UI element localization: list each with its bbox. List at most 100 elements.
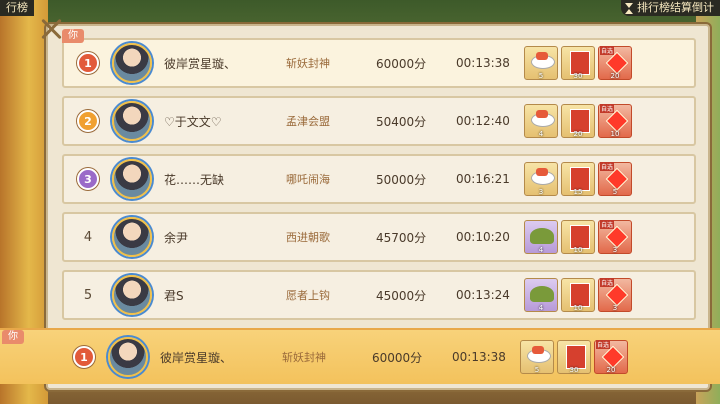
reward-count: 5 — [534, 366, 540, 374]
reward-pick-tag: 自选 — [600, 220, 615, 229]
reward-pick-tag: 自选 — [600, 162, 615, 171]
player-name: 彼岸赏星璇、 — [164, 56, 237, 71]
player-time: 00:13:38 — [456, 56, 510, 70]
reward-item[interactable]: 30 — [557, 340, 591, 374]
leaderboard-row[interactable]: 1 彼岸赏星璇、 斩妖封神 60000分 00:13:38 5 30 自选 20 你 — [62, 29, 696, 88]
reward-pick-tag: 自选 — [600, 104, 615, 113]
screen-title: 行榜 — [0, 0, 34, 16]
diamond-icon — [605, 225, 629, 249]
reward-count: 15 — [573, 188, 583, 196]
player-name: 花……无缺 — [164, 172, 225, 187]
reward-count: 5 — [612, 188, 618, 196]
avatar[interactable] — [112, 159, 152, 199]
leaderboard-row[interactable]: 5 君S 愿者上钩 45000分 00:13:24 4 10 自选 3 — [62, 270, 696, 320]
avatar[interactable] — [112, 43, 152, 83]
rewards-group: 4 10 自选 3 — [524, 278, 632, 312]
you-tag: 你 — [62, 29, 84, 43]
rank-cell: 1 — [64, 52, 112, 74]
reward-item[interactable]: 自选 3 — [598, 220, 632, 254]
countdown-badge[interactable]: 排行榜结算倒计 — [621, 0, 720, 16]
reward-item[interactable]: 15 — [561, 162, 595, 196]
reward-item[interactable]: 10 — [561, 278, 595, 312]
player-score: 60000分 — [372, 350, 423, 365]
rank-number: 5 — [83, 287, 93, 303]
reward-item[interactable]: 自选 20 — [598, 46, 632, 80]
player-time: 00:16:21 — [456, 172, 510, 186]
player-score: 50400分 — [376, 114, 427, 129]
reward-count: 10 — [573, 304, 583, 312]
reward-count: 30 — [573, 72, 583, 80]
avatar[interactable] — [112, 275, 152, 315]
reward-count: 20 — [610, 72, 620, 80]
diamond-icon — [601, 345, 625, 369]
rank-number: 4 — [83, 229, 93, 245]
reward-pick-tag: 自选 — [596, 340, 611, 349]
player-name: 余尹 — [164, 230, 189, 245]
reward-item[interactable]: 自选 20 — [594, 340, 628, 374]
player-title: 斩妖封神 — [282, 351, 326, 364]
reward-item[interactable]: 10 — [561, 220, 595, 254]
reward-count: 3 — [612, 246, 618, 254]
reward-item[interactable]: 4 — [524, 278, 558, 312]
player-name: 君S — [164, 288, 184, 303]
reward-item[interactable]: 自选 10 — [598, 104, 632, 138]
avatar[interactable] — [108, 337, 148, 377]
reward-item[interactable]: 30 — [561, 46, 595, 80]
player-time: 00:10:20 — [456, 230, 510, 244]
avatar[interactable] — [112, 101, 152, 141]
reward-pick-tag: 自选 — [600, 278, 615, 287]
reward-count: 3 — [538, 188, 544, 196]
player-score: 45700分 — [376, 230, 427, 245]
diamond-icon — [605, 109, 629, 133]
player-score: 60000分 — [376, 56, 427, 71]
rewards-group: 3 15 自选 5 — [524, 162, 632, 196]
rank-medal: 1 — [77, 52, 99, 74]
leaderboard-row[interactable]: 2 ♡于文文♡ 孟津会盟 50400分 00:12:40 4 20 自选 10 — [62, 96, 696, 146]
reward-item[interactable]: 4 — [524, 220, 558, 254]
reward-item[interactable]: 20 — [561, 104, 595, 138]
rewards-group: 5 30 自选 20 — [524, 46, 632, 80]
leaderboard-row[interactable]: 3 花……无缺 哪吒闹海 50000分 00:16:21 3 15 自选 5 — [62, 154, 696, 204]
reward-count: 20 — [573, 130, 583, 138]
rank-cell: 1 — [60, 346, 108, 368]
reward-item[interactable]: 5 — [520, 340, 554, 374]
reward-count: 4 — [538, 304, 544, 312]
leaderboard-row[interactable]: 4 余尹 西进朝歌 45700分 00:10:20 4 10 自选 3 — [62, 212, 696, 262]
reward-item[interactable]: 自选 5 — [598, 162, 632, 196]
rewards-group: 4 10 自选 3 — [524, 220, 632, 254]
player-title: 哪吒闹海 — [286, 173, 330, 186]
reward-count: 3 — [612, 304, 618, 312]
player-time: 00:12:40 — [456, 114, 510, 128]
player-time: 00:13:24 — [456, 288, 510, 302]
diamond-icon — [605, 167, 629, 191]
reward-item[interactable]: 4 — [524, 104, 558, 138]
player-score: 45000分 — [376, 288, 427, 303]
reward-count: 4 — [538, 246, 544, 254]
rewards-group: 4 20 自选 10 — [524, 104, 632, 138]
close-icon[interactable] — [40, 18, 62, 40]
reward-item[interactable]: 5 — [524, 46, 558, 80]
reward-count: 10 — [573, 246, 583, 254]
leaderboard-row[interactable]: 1 彼岸赏星璇、 斩妖封神 60000分 00:13:38 5 30 自选 20 你 — [2, 330, 694, 382]
dish-icon — [531, 110, 555, 127]
player-name: 彼岸赏星璇、 — [160, 350, 233, 365]
you-tag: 你 — [2, 330, 24, 344]
rank-cell: 3 — [64, 168, 112, 190]
player-title: 西进朝歌 — [286, 231, 330, 244]
reward-count: 4 — [538, 130, 544, 138]
reward-count: 5 — [538, 72, 544, 80]
rewards-group: 5 30 自选 20 — [520, 340, 628, 374]
reward-count: 10 — [610, 130, 620, 138]
diamond-icon — [605, 51, 629, 75]
dish-icon — [527, 346, 551, 363]
my-rank-bar: 1 彼岸赏星璇、 斩妖封神 60000分 00:13:38 5 30 自选 20 你 — [0, 328, 720, 384]
rank-cell: 5 — [64, 288, 112, 303]
avatar[interactable] — [112, 217, 152, 257]
rank-cell: 4 — [64, 230, 112, 245]
reward-pick-tag: 自选 — [600, 46, 615, 55]
reward-item[interactable]: 自选 3 — [598, 278, 632, 312]
rank-medal: 2 — [77, 110, 99, 132]
dumpling-icon — [530, 286, 554, 302]
reward-item[interactable]: 3 — [524, 162, 558, 196]
player-name: ♡于文文♡ — [164, 114, 222, 129]
